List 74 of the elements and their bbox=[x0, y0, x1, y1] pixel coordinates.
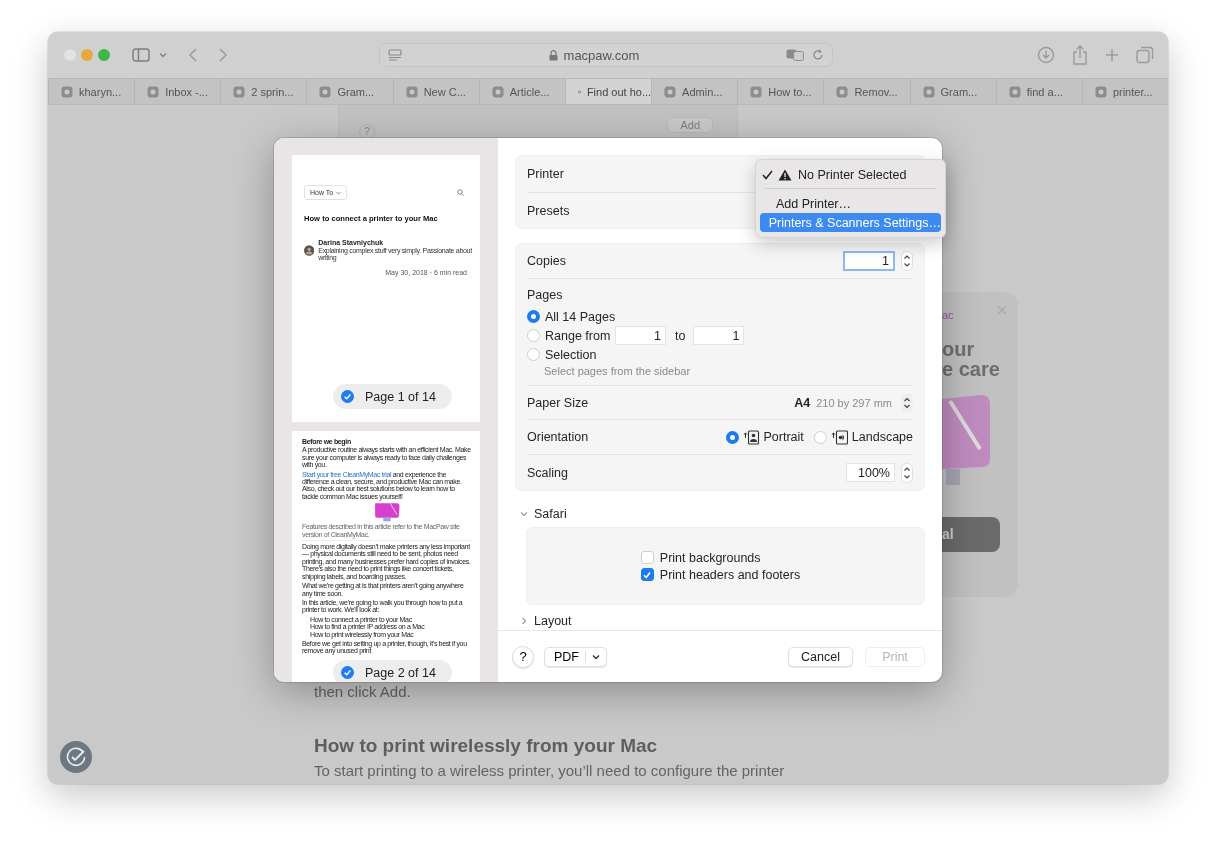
stepper[interactable] bbox=[901, 251, 913, 271]
reload-icon[interactable] bbox=[812, 49, 824, 61]
setting-label: Paper Size bbox=[527, 395, 589, 410]
popup-arrows-icon[interactable] bbox=[901, 392, 913, 413]
chevron-down-icon bbox=[592, 653, 600, 660]
promo-title: e care bbox=[942, 359, 1000, 379]
setting-label: Printer bbox=[527, 167, 564, 181]
article-text: To start printing to a wireless printer, you’ll need to configure the printer bbox=[314, 761, 786, 781]
checkmark-icon bbox=[642, 569, 653, 580]
radio-option[interactable]: Portrait bbox=[725, 429, 804, 445]
setting-label: Scaling bbox=[527, 465, 568, 480]
promo-label: ac bbox=[942, 309, 954, 321]
section-header[interactable]: Safari bbox=[515, 506, 567, 522]
pdf-menu-button[interactable]: PDF bbox=[544, 646, 607, 667]
page-badge[interactable]: Page 1 of 14 bbox=[333, 384, 452, 409]
range-to-label: to bbox=[675, 328, 686, 343]
page-label: Page 1 of 14 bbox=[365, 389, 436, 404]
back-icon[interactable] bbox=[189, 48, 197, 62]
setting-label: Orientation bbox=[527, 430, 589, 444]
radio-option[interactable]: Selection bbox=[527, 347, 615, 362]
forward-icon[interactable] bbox=[219, 48, 227, 62]
checkmark-icon bbox=[762, 169, 773, 180]
portrait-icon bbox=[742, 429, 760, 445]
avatar-icon bbox=[304, 244, 315, 256]
warning-icon bbox=[778, 168, 792, 181]
address-field[interactable]: macpaw.com bbox=[379, 43, 833, 67]
range-to-field[interactable]: 1 bbox=[693, 326, 745, 345]
close-icon bbox=[997, 305, 1007, 315]
clock-check-icon[interactable] bbox=[60, 741, 92, 773]
scaling-field[interactable]: 100% bbox=[846, 463, 895, 482]
checkbox-option[interactable]: Print backgrounds bbox=[640, 550, 801, 565]
sidebar-icon[interactable] bbox=[132, 48, 150, 62]
menu-item[interactable]: No Printer Selected bbox=[760, 165, 941, 184]
minimize-window-button[interactable] bbox=[81, 49, 93, 61]
translate-icon[interactable] bbox=[786, 49, 804, 61]
zoom-window-button[interactable] bbox=[98, 49, 110, 61]
range-from-field[interactable]: 1 bbox=[615, 326, 666, 345]
lock-icon bbox=[548, 49, 558, 61]
article-heading: How to print wirelessly from your Mac bbox=[314, 734, 659, 758]
hint-text: Select pages from the sidebar bbox=[543, 365, 692, 377]
radio-option[interactable]: All 14 Pages bbox=[527, 309, 616, 324]
paper-dimensions: 210 by 297 mm bbox=[816, 396, 892, 409]
monitor-drawing bbox=[372, 502, 402, 523]
chevron-down-icon bbox=[336, 190, 342, 195]
page-label: Page 2 of 14 bbox=[365, 665, 436, 680]
promo-title: our bbox=[942, 339, 975, 359]
new-tab-icon[interactable] bbox=[1105, 48, 1119, 62]
article-text: then click Add. bbox=[314, 682, 412, 702]
landscape-icon bbox=[830, 429, 848, 445]
page-preview[interactable] bbox=[292, 431, 480, 682]
share-icon[interactable] bbox=[1072, 45, 1088, 65]
copies-field[interactable]: 1 bbox=[843, 251, 895, 271]
section-header[interactable]: Layout bbox=[515, 613, 572, 629]
browser-tab[interactable]: Find out ho... bbox=[564, 79, 652, 104]
setting-label: Copies bbox=[527, 254, 566, 268]
radio-option[interactable]: Range from bbox=[527, 328, 615, 343]
reader-icon[interactable] bbox=[388, 49, 402, 61]
menu-item[interactable]: Add Printer… bbox=[760, 194, 941, 213]
help-button[interactable]: ? bbox=[512, 645, 534, 668]
download-icon[interactable] bbox=[1037, 46, 1055, 64]
paper-size-popup[interactable]: A4 bbox=[794, 395, 811, 410]
dialog-button[interactable]: Cancel bbox=[788, 646, 853, 667]
tab-overview-icon[interactable] bbox=[1136, 46, 1154, 64]
chevron-icon bbox=[520, 510, 528, 518]
search-icon bbox=[457, 189, 464, 196]
stepper[interactable] bbox=[901, 462, 913, 483]
url-text: macpaw.com bbox=[563, 47, 640, 63]
chevron-down-icon[interactable] bbox=[159, 52, 167, 58]
page-badge[interactable]: Page 2 of 14 bbox=[333, 660, 452, 682]
radio-option[interactable]: Landscape bbox=[813, 429, 913, 445]
chevron-icon bbox=[520, 617, 528, 625]
checkbox-option[interactable]: Print headers and footers bbox=[640, 567, 801, 582]
setting-label: Pages bbox=[527, 288, 564, 302]
setting-label: Presets bbox=[527, 203, 570, 218]
